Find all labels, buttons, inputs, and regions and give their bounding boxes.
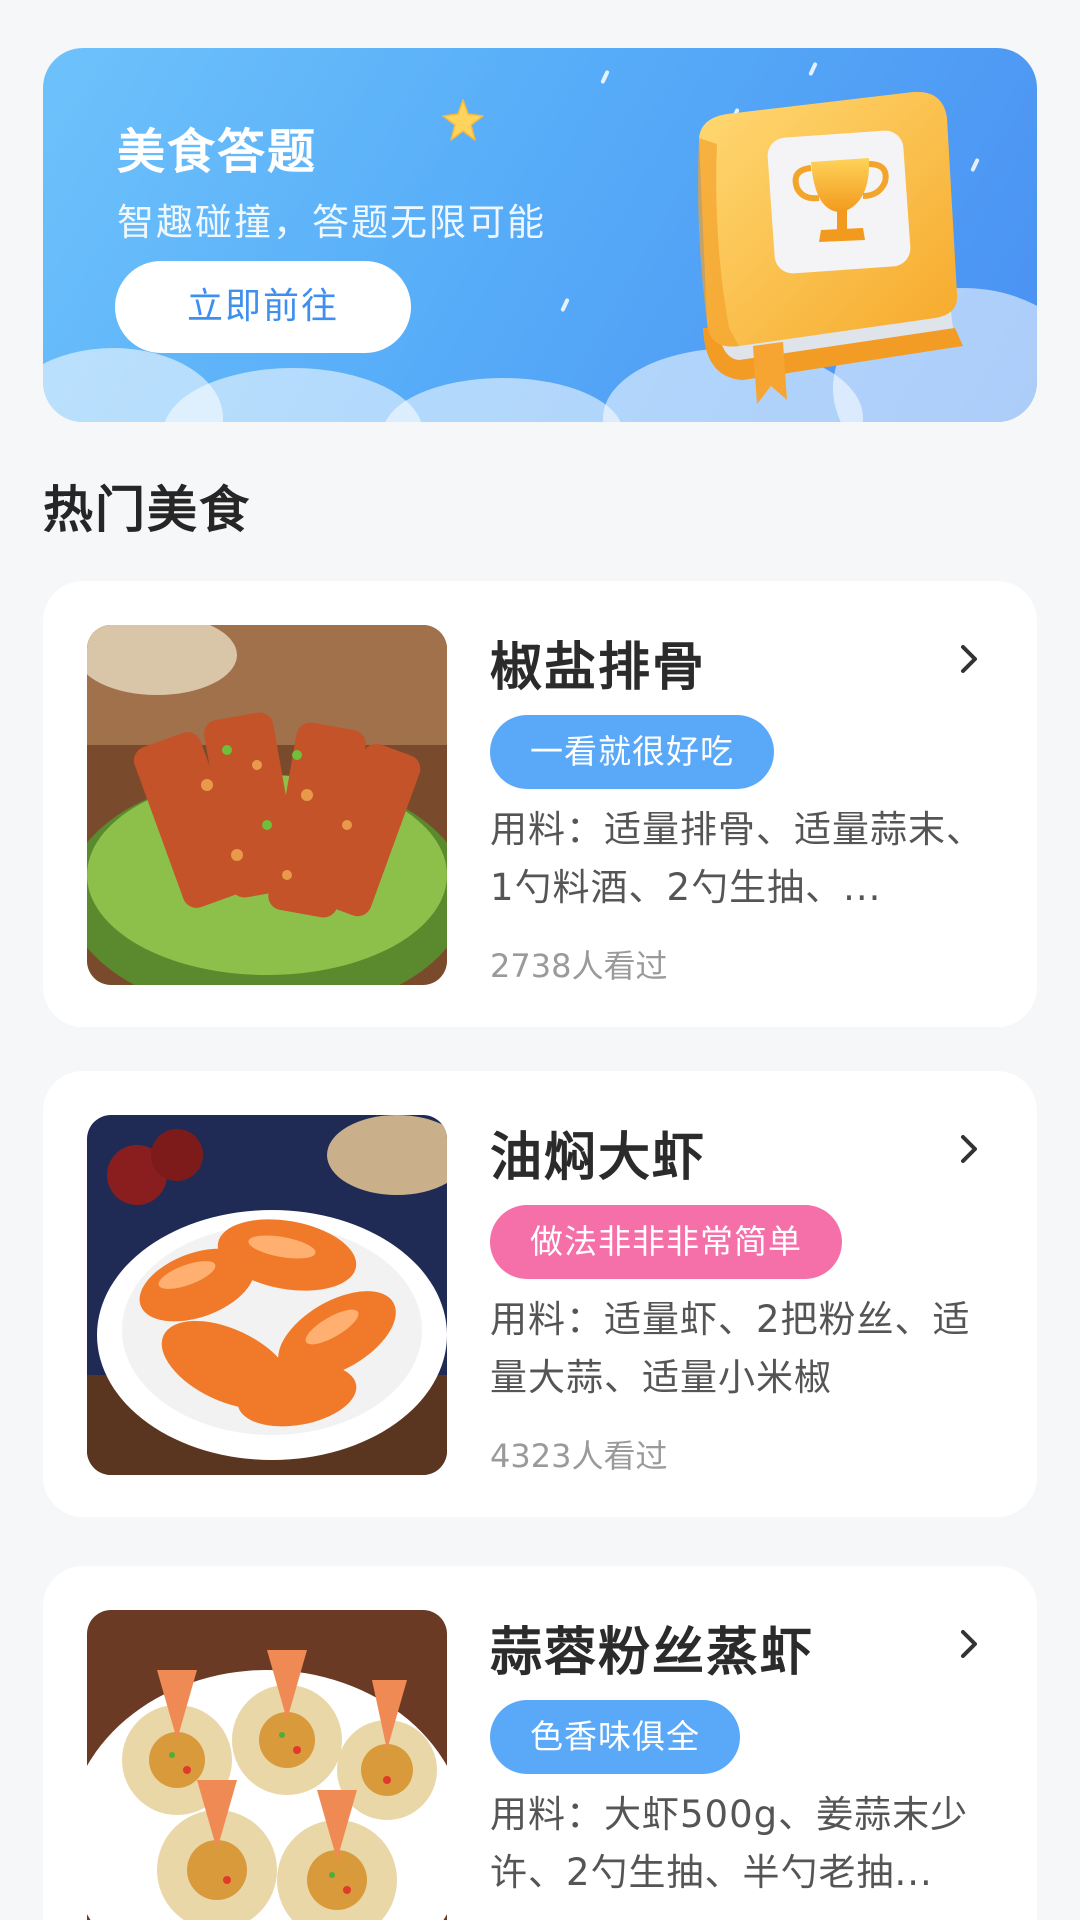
- go-now-button[interactable]: 立即前往: [115, 261, 411, 353]
- sparkle-icon: [808, 61, 818, 77]
- sparkle-icon: [560, 297, 570, 313]
- food-ingredients: 用料：适量排骨、适量蒜末、1勺料酒、2勺生抽、...: [490, 808, 984, 909]
- food-name: 椒盐排骨: [490, 638, 707, 698]
- section-title: 热门美食: [43, 481, 251, 539]
- sparkle-icon: [600, 69, 610, 85]
- quiz-banner[interactable]: 美食答题 智趣碰撞，答题无限可能 立即前往: [43, 48, 1037, 422]
- chevron-right-icon[interactable]: [951, 1131, 987, 1167]
- cloud-decoration: [383, 378, 623, 422]
- food-ingredients: 用料：大虾500g、姜蒜末少许、2勺生抽、半勺老抽...: [490, 1793, 969, 1894]
- trophy-book-icon: [698, 91, 963, 404]
- banner-title: 美食答题: [117, 124, 318, 180]
- view-count: 4323人看过: [490, 1437, 668, 1475]
- food-tag: 一看就很好吃: [490, 715, 774, 789]
- food-tag: 色香味俱全: [490, 1700, 740, 1774]
- food-thumbnail: [87, 1115, 447, 1475]
- food-tag: 做法非非非常简单: [490, 1205, 842, 1279]
- food-card[interactable]: 油焖大虾 做法非非非常简单 用料：适量虾、2把粉丝、适量大蒜、适量小米椒 432…: [43, 1071, 1037, 1517]
- chevron-right-icon[interactable]: [951, 641, 987, 677]
- chevron-right-icon[interactable]: [951, 1626, 987, 1662]
- banner-subtitle: 智趣碰撞，答题无限可能: [117, 201, 546, 244]
- food-card[interactable]: 椒盐排骨 一看就很好吃 用料：适量排骨、适量蒜末、1勺料酒、2勺生抽、... 2…: [43, 581, 1037, 1027]
- view-count: 2738人看过: [490, 947, 668, 985]
- page: 美食答题 智趣碰撞，答题无限可能 立即前往 热门美食 椒盐排骨 一看就很好吃 用…: [0, 0, 1080, 1920]
- food-thumbnail: [87, 625, 447, 985]
- food-name: 油焖大虾: [490, 1128, 707, 1188]
- food-thumbnail: [87, 1610, 447, 1920]
- food-name: 蒜蓉粉丝蒸虾: [490, 1623, 815, 1683]
- food-card[interactable]: 蒜蓉粉丝蒸虾 色香味俱全 用料：大虾500g、姜蒜末少许、2勺生抽、半勺老抽..…: [43, 1566, 1037, 1920]
- star-icon: [442, 99, 484, 141]
- food-ingredients: 用料：适量虾、2把粉丝、适量大蒜、适量小米椒: [490, 1298, 971, 1399]
